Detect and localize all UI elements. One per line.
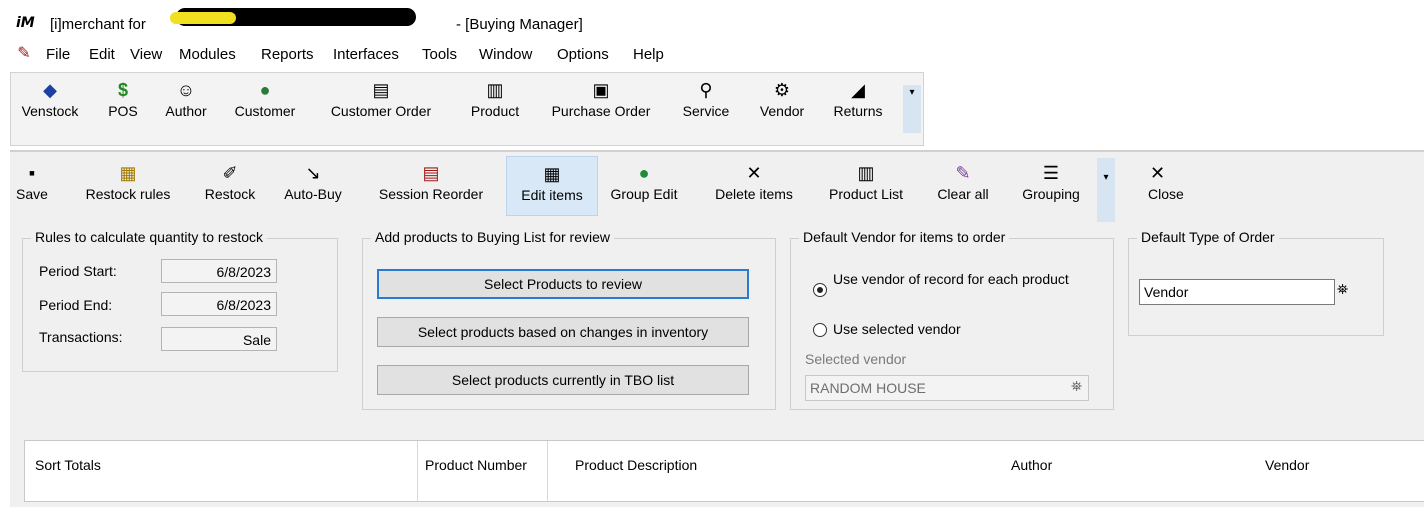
- save-button[interactable]: ▪ Save: [12, 162, 52, 202]
- default-order-type-legend: Default Type of Order: [1137, 229, 1279, 245]
- menu-edit[interactable]: Edit: [89, 46, 115, 63]
- selected-vendor-field[interactable]: RANDOM HOUSE: [805, 375, 1089, 401]
- product-icon: ▥: [486, 80, 504, 100]
- module-product-button[interactable]: ▥ Product: [457, 79, 533, 119]
- column-sort-totals[interactable]: Sort Totals: [35, 457, 101, 473]
- order-type-field[interactable]: Vendor: [1139, 279, 1335, 305]
- module-purchase-order-button[interactable]: ▣ Purchase Order: [539, 79, 663, 119]
- use-selected-vendor-label[interactable]: Use selected vendor: [833, 321, 961, 337]
- venstock-icon: ◆: [43, 80, 57, 100]
- period-end-label: Period End:: [39, 297, 113, 313]
- menu-view[interactable]: View: [130, 46, 162, 63]
- auto-buy-icon: ↘: [305, 163, 321, 183]
- order-type-lookup-binoculars-icon[interactable]: ⛯: [1337, 281, 1348, 298]
- grouping-icon: ☰: [1042, 163, 1060, 183]
- restock-rules-legend: Rules to calculate quantity to restock: [31, 229, 268, 245]
- app-logo-icon: iM: [16, 15, 35, 31]
- session-reorder-button[interactable]: ▤ Session Reorder: [366, 162, 496, 202]
- group-edit-button[interactable]: ● Group Edit: [604, 162, 684, 202]
- dollar-icon: $: [117, 80, 128, 100]
- column-author[interactable]: Author: [1011, 457, 1052, 473]
- period-start-label: Period Start:: [39, 263, 117, 279]
- product-list-icon: ▥: [857, 163, 875, 183]
- window-title-suffix: - [Buying Manager]: [456, 16, 583, 33]
- product-list-button[interactable]: ▥ Product List: [818, 162, 914, 202]
- auto-buy-button[interactable]: ↘ Auto-Buy: [278, 162, 348, 202]
- module-author-button[interactable]: ☺ Author: [151, 79, 221, 119]
- default-order-type-group: Default Type of Order Vendor ⛯: [1128, 229, 1384, 336]
- vendor-lookup-binoculars-icon[interactable]: ⛯: [1071, 378, 1082, 395]
- menu-bar: ✎ File Edit View Modules Reports Interfa…: [10, 40, 1424, 70]
- restock-button[interactable]: ✐ Restock: [196, 162, 264, 202]
- action-overflow-chevron-icon[interactable]: ▾: [1097, 158, 1115, 222]
- module-pos-button[interactable]: $ POS: [93, 79, 153, 119]
- column-vendor[interactable]: Vendor: [1265, 457, 1309, 473]
- app-menu-icon[interactable]: ✎: [14, 44, 34, 64]
- module-venstock-button[interactable]: ◆ Venstock: [13, 79, 87, 119]
- menu-modules[interactable]: Modules: [179, 46, 236, 63]
- select-products-to-review-button[interactable]: Select Products to review: [377, 269, 749, 299]
- wrench-icon: ⚲: [699, 80, 713, 100]
- vendor-icon: ⚙: [773, 80, 791, 100]
- customer-order-icon: ▤: [372, 80, 390, 100]
- column-divider: [417, 441, 418, 501]
- delete-icon: ✕: [746, 163, 762, 183]
- buying-list-grid-header: Sort Totals Product Number Product Descr…: [24, 440, 1424, 502]
- default-vendor-group: Default Vendor for items to order Use ve…: [790, 229, 1114, 410]
- module-overflow-chevron-icon[interactable]: ▾: [903, 85, 921, 133]
- delete-items-button[interactable]: ✕ Delete items: [702, 162, 806, 202]
- restock-rules-icon: ▦: [119, 163, 137, 183]
- restock-icon: ✐: [222, 163, 238, 183]
- select-products-inventory-button[interactable]: Select products based on changes in inve…: [377, 317, 749, 347]
- edit-items-button[interactable]: ▦ Edit items: [506, 156, 598, 216]
- default-vendor-legend: Default Vendor for items to order: [799, 229, 1010, 245]
- column-product-number[interactable]: Product Number: [425, 457, 527, 473]
- restock-rules-group: Rules to calculate quantity to restock P…: [22, 229, 338, 372]
- restock-rules-button[interactable]: ▦ Restock rules: [76, 162, 180, 202]
- module-service-button[interactable]: ⚲ Service: [671, 79, 741, 119]
- group-edit-icon: ●: [638, 163, 650, 183]
- add-products-group: Add products to Buying List for review S…: [362, 229, 776, 410]
- selected-vendor-label: Selected vendor: [805, 351, 907, 367]
- menu-help[interactable]: Help: [633, 46, 664, 63]
- transactions-field[interactable]: Sale: [161, 327, 277, 351]
- menu-options[interactable]: Options: [557, 46, 609, 63]
- close-icon: ✕: [1150, 163, 1166, 183]
- transactions-label: Transactions:: [39, 329, 123, 345]
- use-selected-vendor-radio[interactable]: [813, 323, 827, 337]
- period-start-field[interactable]: 6/8/2023: [161, 259, 277, 283]
- module-customer-button[interactable]: ● Customer: [225, 79, 305, 119]
- customer-globe-icon: ●: [259, 80, 271, 100]
- vendor-of-record-label[interactable]: Use vendor of record for each product: [833, 271, 1083, 288]
- redaction-highlight: [170, 12, 236, 24]
- column-divider: [547, 441, 548, 501]
- menu-tools[interactable]: Tools: [422, 46, 457, 63]
- edit-items-icon: ▦: [543, 164, 561, 184]
- returns-icon: ◢: [851, 80, 865, 100]
- add-products-legend: Add products to Buying List for review: [371, 229, 615, 245]
- clear-all-icon: ✎: [955, 163, 971, 183]
- module-customer-order-button[interactable]: ▤ Customer Order: [317, 79, 445, 119]
- grouping-button[interactable]: ☰ Grouping: [1010, 162, 1092, 202]
- select-products-tbo-button[interactable]: Select products currently in TBO list: [377, 365, 749, 395]
- menu-file[interactable]: File: [46, 46, 70, 63]
- module-toolbar: ◆ Venstock $ POS ☺ Author ● Customer ▤ C…: [10, 72, 924, 146]
- author-icon: ☺: [176, 80, 196, 100]
- session-reorder-icon: ▤: [422, 163, 440, 183]
- purchase-order-icon: ▣: [592, 80, 610, 100]
- window-title-prefix: [i]merchant for: [50, 16, 146, 33]
- menu-reports[interactable]: Reports: [261, 46, 314, 63]
- module-returns-button[interactable]: ◢ Returns: [821, 79, 895, 119]
- save-icon: ▪: [28, 163, 36, 183]
- vendor-of-record-radio[interactable]: [813, 283, 827, 297]
- column-product-description[interactable]: Product Description: [575, 457, 697, 473]
- clear-all-button[interactable]: ✎ Clear all: [926, 162, 1000, 202]
- module-vendor-button[interactable]: ⚙ Vendor: [747, 79, 817, 119]
- menu-interfaces[interactable]: Interfaces: [333, 46, 399, 63]
- period-end-field[interactable]: 6/8/2023: [161, 292, 277, 316]
- menu-window[interactable]: Window: [479, 46, 532, 63]
- close-button[interactable]: ✕ Close: [1148, 162, 1192, 202]
